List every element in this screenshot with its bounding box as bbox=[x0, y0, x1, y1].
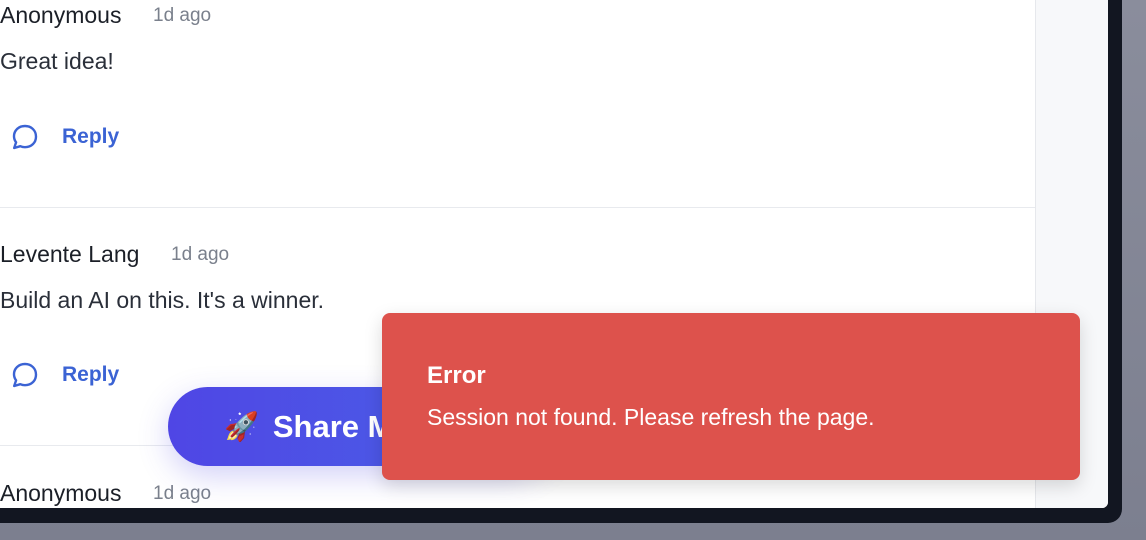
speech-bubble-icon bbox=[10, 360, 40, 390]
reply-label: Reply bbox=[62, 125, 120, 148]
comment-timestamp: 1d ago bbox=[153, 5, 212, 26]
reply-label: Reply bbox=[62, 363, 120, 386]
reply-button[interactable]: Reply bbox=[10, 122, 119, 152]
comment-divider bbox=[0, 207, 1035, 208]
rocket-icon: 🚀 bbox=[224, 410, 259, 442]
comment-timestamp: 1d ago bbox=[153, 483, 212, 504]
share-button-label: Share M bbox=[272, 408, 394, 444]
reply-button[interactable]: Reply bbox=[10, 360, 119, 390]
comment-body: Build an AI on this. It's a winner. bbox=[0, 287, 325, 313]
comment-author: Anonymous bbox=[0, 2, 122, 28]
speech-bubble-icon bbox=[10, 122, 40, 152]
error-toast[interactable]: Error Session not found. Please refresh … bbox=[382, 313, 1080, 480]
comment-timestamp: 1d ago bbox=[171, 244, 230, 265]
comment-author: Levente Lang bbox=[0, 241, 140, 267]
comment-author: Anonymous bbox=[0, 480, 122, 506]
toast-title: Error bbox=[427, 362, 486, 389]
comment-body: Great idea! bbox=[0, 48, 114, 74]
toast-message: Session not found. Please refresh the pa… bbox=[427, 404, 875, 430]
